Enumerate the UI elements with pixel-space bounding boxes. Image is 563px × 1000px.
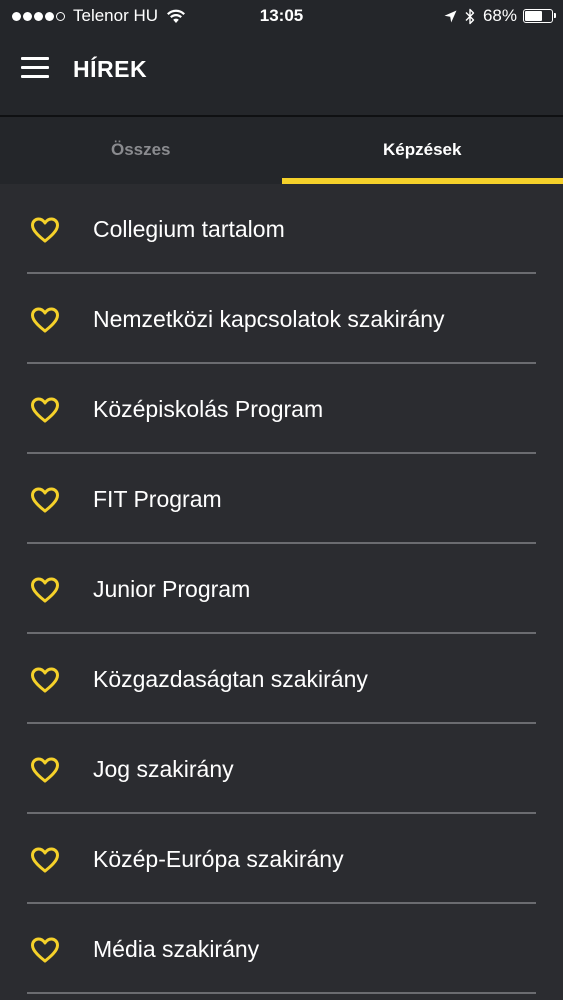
heart-outline-icon[interactable] bbox=[30, 937, 60, 963]
list-item-label: Collegium tartalom bbox=[93, 216, 285, 242]
list-item-label: Közgazdaságtan szakirány bbox=[93, 666, 368, 692]
status-bar: Telenor HU 13:05 68% bbox=[0, 0, 563, 32]
app-header: HÍREK bbox=[0, 32, 563, 115]
location-arrow-icon bbox=[444, 10, 457, 22]
heart-outline-icon[interactable] bbox=[30, 577, 60, 603]
list-item-label: Középiskolás Program bbox=[93, 396, 324, 422]
hamburger-menu-icon[interactable] bbox=[21, 57, 51, 81]
heart-outline-icon[interactable] bbox=[30, 397, 60, 423]
battery-fill bbox=[525, 11, 542, 21]
battery-percent: 68% bbox=[482, 6, 517, 25]
heart-outline-icon[interactable] bbox=[30, 307, 60, 333]
list-item[interactable]: Junior Program bbox=[0, 544, 563, 634]
list-item[interactable]: Közgazdaságtan szakirány bbox=[0, 634, 563, 724]
list-item-label: Nemzetközi kapcsolatok szakirány bbox=[93, 306, 445, 332]
heart-outline-icon[interactable] bbox=[30, 757, 60, 783]
list-item[interactable]: Nemzetközi kapcsolatok szakirány bbox=[0, 274, 563, 364]
list-item-label: Média szakirány bbox=[93, 936, 260, 962]
list-item-label: Közép-Európa szakirány bbox=[93, 846, 344, 872]
tab-kepzesek[interactable]: Képzések bbox=[281, 117, 563, 184]
heart-outline-icon[interactable] bbox=[30, 667, 60, 693]
list-item[interactable]: Collegium tartalom bbox=[0, 184, 563, 274]
heart-outline-icon[interactable] bbox=[30, 847, 60, 873]
news-category-list: Collegium tartalom Nemzetközi kapcsolatok… bbox=[0, 184, 563, 994]
status-right: 68% bbox=[444, 6, 556, 26]
heart-outline-icon[interactable] bbox=[30, 217, 60, 243]
list-item[interactable]: Közép-Európa szakirány bbox=[0, 814, 563, 904]
list-item[interactable]: Középiskolás Program bbox=[0, 364, 563, 454]
list-item-label: Junior Program bbox=[93, 576, 251, 602]
tab-osszes[interactable]: Összes bbox=[0, 117, 282, 184]
list-item[interactable]: FIT Program bbox=[0, 454, 563, 544]
list-item-label: Jog szakirány bbox=[93, 756, 234, 782]
list-item[interactable]: Jog szakirány bbox=[0, 724, 563, 814]
list-item-label: FIT Program bbox=[93, 486, 222, 512]
list-item[interactable]: Média szakirány bbox=[0, 904, 563, 994]
heart-outline-icon[interactable] bbox=[30, 487, 60, 513]
bluetooth-icon bbox=[465, 8, 475, 24]
tab-bar: Összes Képzések bbox=[0, 117, 563, 184]
page-title: HÍREK bbox=[73, 56, 148, 82]
battery-icon bbox=[523, 9, 556, 23]
list-divider bbox=[27, 992, 536, 994]
